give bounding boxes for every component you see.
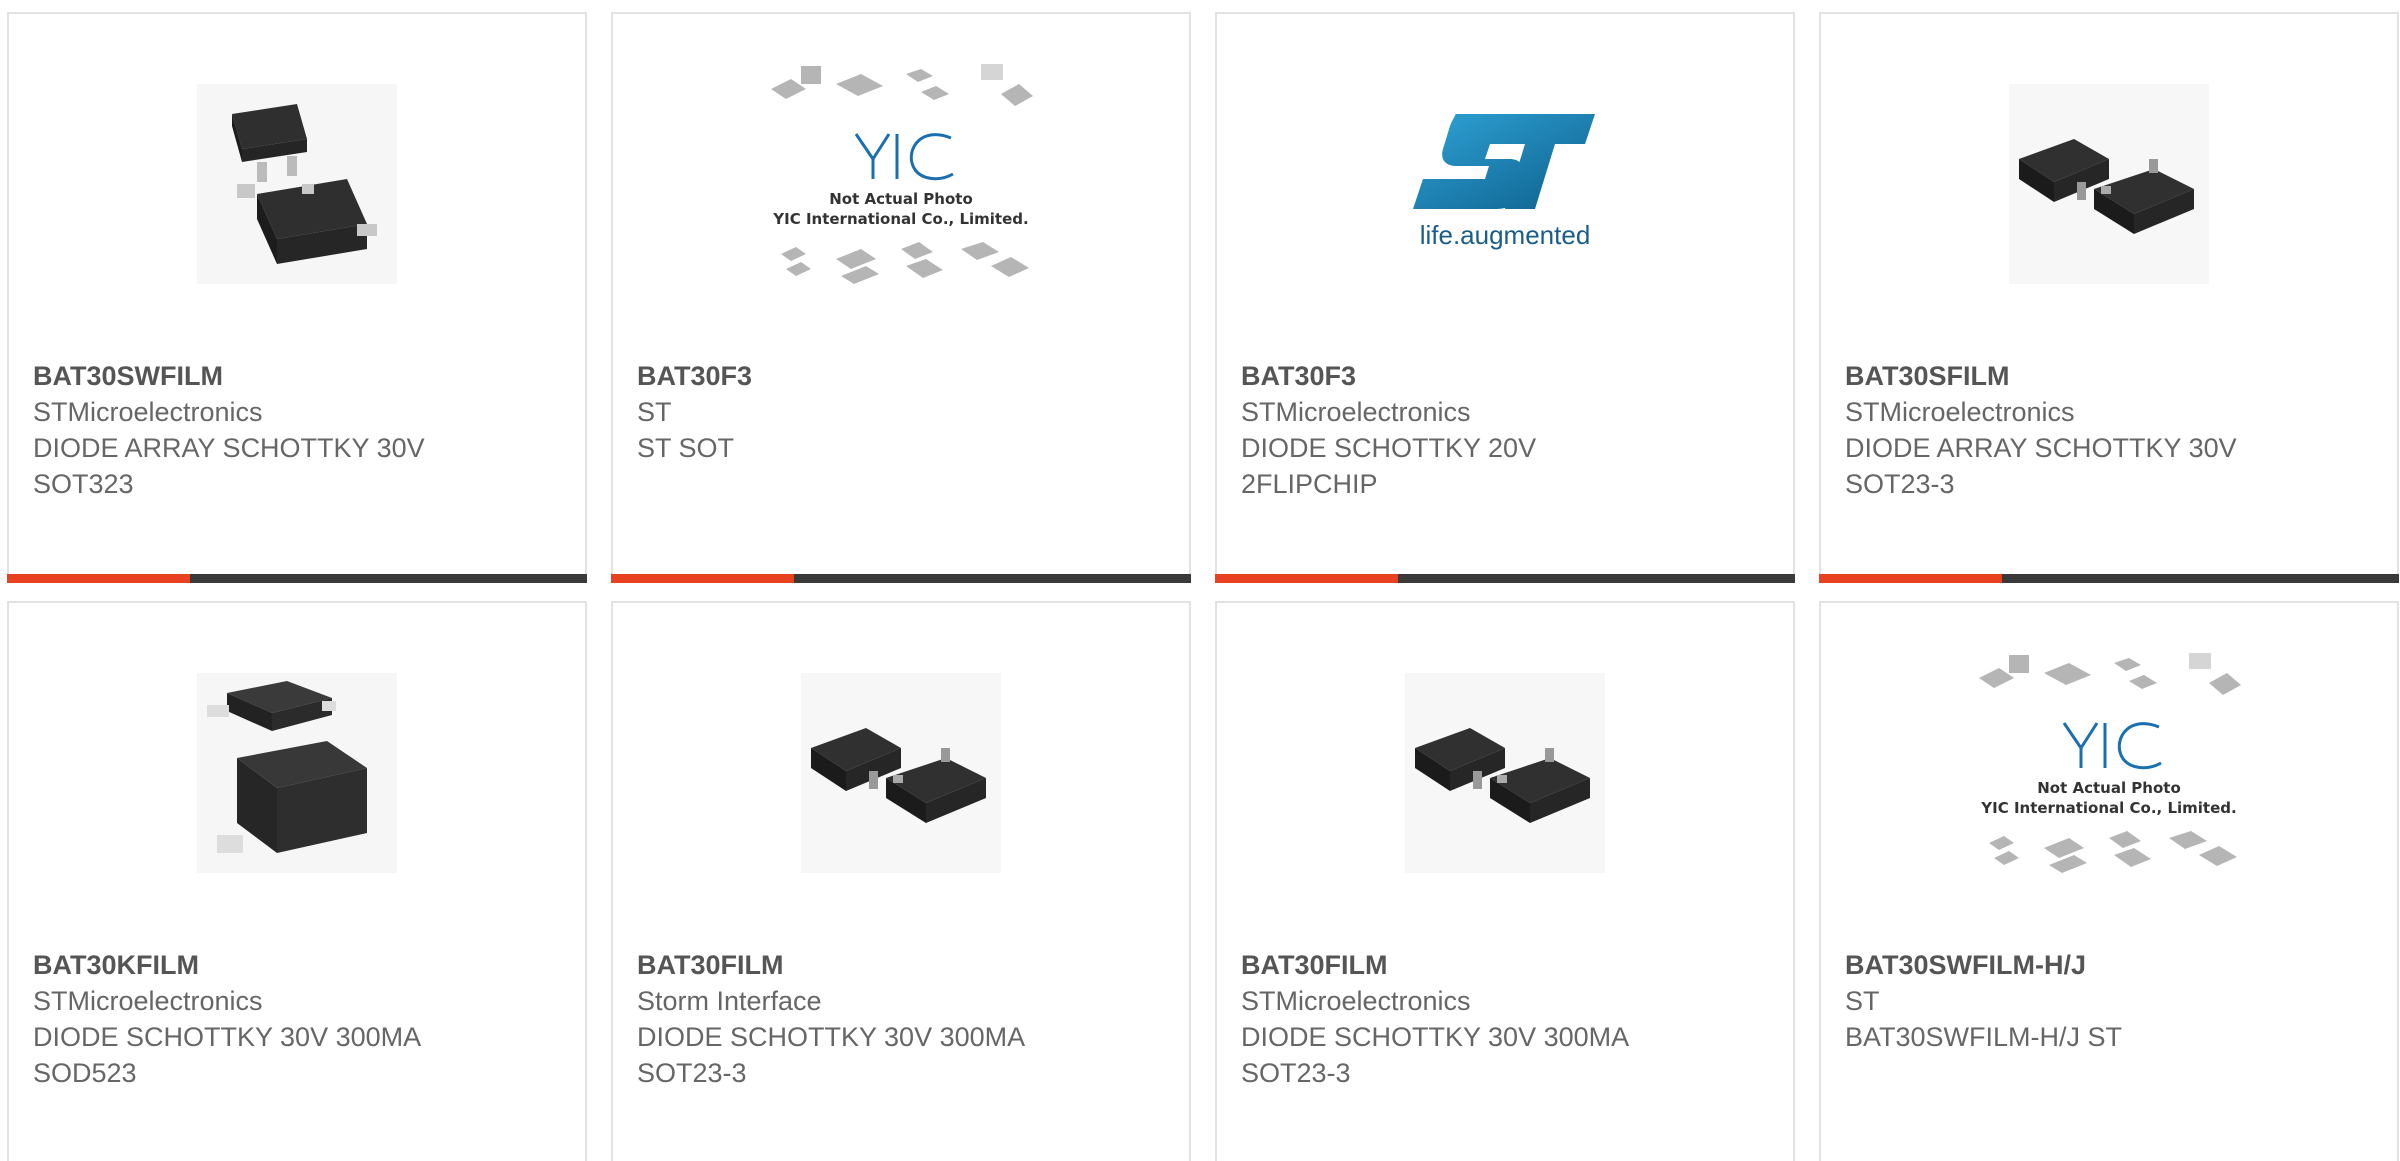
yic-placeholder-image: Not Actual Photo YIC International Co., …: [1979, 653, 2241, 873]
manufacturer: ST: [1845, 986, 1880, 1016]
card-bottom-bar: [1819, 574, 2399, 583]
product-image[interactable]: [9, 14, 585, 354]
card-accent-bar: [611, 574, 794, 583]
package: SOT23-3: [637, 1058, 747, 1088]
package: SOT23-3: [1241, 1058, 1351, 1088]
manufacturer: STMicroelectronics: [1845, 397, 2075, 427]
part-number[interactable]: BAT30SWFILM: [33, 358, 569, 394]
sod523-package-image: [197, 673, 397, 873]
sot23-package-image: [801, 673, 1001, 873]
sot23-package-image: [2009, 84, 2209, 284]
product-card[interactable]: BAT30FILM STMicroelectronics DIODE SCHOT…: [1215, 601, 1795, 1161]
description: DIODE SCHOTTKY 20V: [1241, 433, 1537, 463]
product-info: BAT30F3 ST ST SOT: [637, 358, 1173, 466]
description: DIODE SCHOTTKY 30V 300MA: [1241, 1022, 1630, 1052]
st-tagline: life.augmented: [1420, 220, 1591, 250]
product-grid: BAT30SWFILM STMicroelectronics DIODE ARR…: [0, 0, 2400, 1161]
manufacturer: STMicroelectronics: [33, 397, 263, 427]
description: BAT30SWFILM-H/J ST: [1845, 1022, 2123, 1052]
product-info: BAT30FILM Storm Interface DIODE SCHOTTKY…: [637, 947, 1173, 1091]
description: DIODE ARRAY SCHOTTKY 30V: [1845, 433, 2237, 463]
card-accent-bar: [1215, 574, 1398, 583]
description: DIODE SCHOTTKY 30V 300MA: [33, 1022, 422, 1052]
placeholder-line1: Not Actual Photo: [829, 190, 973, 208]
description: DIODE ARRAY SCHOTTKY 30V: [33, 433, 425, 463]
product-image[interactable]: [1821, 14, 2397, 354]
product-image[interactable]: Not Actual Photo YIC International Co., …: [613, 14, 1189, 354]
package: SOT323: [33, 469, 134, 499]
description: DIODE SCHOTTKY 30V 300MA: [637, 1022, 1026, 1052]
package: 2FLIPCHIP: [1241, 469, 1378, 499]
yic-placeholder-image: Not Actual Photo YIC International Co., …: [771, 64, 1033, 284]
product-image[interactable]: Not Actual Photo YIC International Co., …: [1821, 603, 2397, 943]
product-card[interactable]: life.augmented BAT30F3 STMicroelectronic…: [1215, 12, 1795, 583]
card-bottom-bar: [1215, 574, 1795, 583]
product-info: BAT30SWFILM STMicroelectronics DIODE ARR…: [33, 358, 569, 502]
manufacturer: ST: [637, 397, 672, 427]
product-card[interactable]: BAT30SFILM STMicroelectronics DIODE ARRA…: [1819, 12, 2399, 583]
placeholder-line2: YIC International Co., Limited.: [772, 210, 1028, 228]
card-bottom-bar: [611, 574, 1191, 583]
product-info: BAT30F3 STMicroelectronics DIODE SCHOTTK…: [1241, 358, 1777, 502]
part-number[interactable]: BAT30FILM: [637, 947, 1173, 983]
product-image[interactable]: [613, 603, 1189, 943]
card-accent-bar: [7, 574, 190, 583]
product-info: BAT30FILM STMicroelectronics DIODE SCHOT…: [1241, 947, 1777, 1091]
manufacturer: STMicroelectronics: [1241, 986, 1471, 1016]
package: SOT23-3: [1845, 469, 1955, 499]
sot323-package-image: [197, 84, 397, 284]
product-info: BAT30SFILM STMicroelectronics DIODE ARRA…: [1845, 358, 2381, 502]
sot23-package-image: [1405, 673, 1605, 873]
product-card[interactable]: BAT30KFILM STMicroelectronics DIODE SCHO…: [7, 601, 587, 1161]
product-card[interactable]: BAT30SWFILM STMicroelectronics DIODE ARR…: [7, 12, 587, 583]
st-logo-image: life.augmented: [1413, 114, 1595, 250]
product-card[interactable]: Not Actual Photo YIC International Co., …: [1819, 601, 2399, 1161]
package: SOD523: [33, 1058, 137, 1088]
part-number[interactable]: BAT30SWFILM-H/J: [1845, 947, 2381, 983]
product-image[interactable]: [9, 603, 585, 943]
placeholder-line2: YIC International Co., Limited.: [1980, 799, 2236, 817]
placeholder-line1: Not Actual Photo: [2037, 779, 2181, 797]
product-info: BAT30KFILM STMicroelectronics DIODE SCHO…: [33, 947, 569, 1091]
part-number[interactable]: BAT30SFILM: [1845, 358, 2381, 394]
card-bottom-bar: [7, 574, 587, 583]
part-number[interactable]: BAT30F3: [1241, 358, 1777, 394]
product-image[interactable]: [1217, 603, 1793, 943]
card-accent-bar: [1819, 574, 2002, 583]
part-number[interactable]: BAT30KFILM: [33, 947, 569, 983]
manufacturer: STMicroelectronics: [33, 986, 263, 1016]
description: ST SOT: [637, 433, 735, 463]
manufacturer: STMicroelectronics: [1241, 397, 1471, 427]
product-image[interactable]: life.augmented: [1217, 14, 1793, 354]
manufacturer: Storm Interface: [637, 986, 822, 1016]
product-card[interactable]: BAT30FILM Storm Interface DIODE SCHOTTKY…: [611, 601, 1191, 1161]
part-number[interactable]: BAT30FILM: [1241, 947, 1777, 983]
product-info: BAT30SWFILM-H/J ST BAT30SWFILM-H/J ST: [1845, 947, 2381, 1055]
part-number[interactable]: BAT30F3: [637, 358, 1173, 394]
product-card[interactable]: Not Actual Photo YIC International Co., …: [611, 12, 1191, 583]
